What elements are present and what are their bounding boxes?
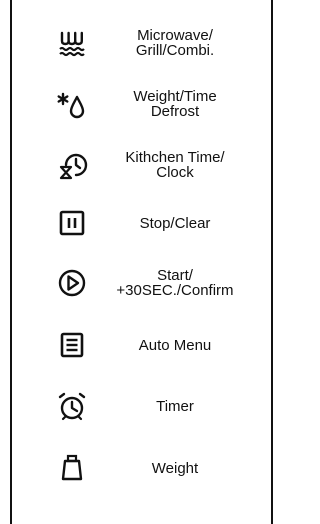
label-line-2: Defrost [150,103,200,120]
label-line-1: Start/ [157,267,193,284]
microwave-grill-combi-button[interactable]: Microwave/ Grill/Combi. [12,18,271,68]
timer-button[interactable]: Timer [12,381,271,431]
control-panel-legend: Microwave/ Grill/Combi. Weight/Time Defr… [10,0,273,524]
label-line-2: +30SEC./Confirm [116,282,234,299]
auto-menu-label: Auto Menu [100,338,250,353]
weight-time-defrost-button[interactable]: Weight/Time Defrost [12,79,271,129]
auto-menu-button[interactable]: Auto Menu [12,320,271,370]
kitchen-time-clock-button[interactable]: Kithchen Time/ Clock [12,140,271,190]
label-line-1: Kithchen Time/ [125,149,225,166]
start-30sec-confirm-label: Start/ +30SEC./Confirm [100,268,250,298]
snowflake-drop-defrost-icon [56,88,88,120]
kitchen-time-clock-label: Kithchen Time/ Clock [100,150,250,180]
play-circle-icon [56,267,88,299]
alarm-clock-icon [56,390,88,422]
clock-hourglass-icon [56,149,88,181]
label-line-1: Auto Menu [138,336,212,354]
microwave-grill-combi-label: Microwave/ Grill/Combi. [100,28,250,58]
stop-clear-label: Stop/Clear [100,216,250,231]
weight-button[interactable]: Weight [12,443,271,493]
label-line-2: Clock [156,164,194,181]
menu-list-icon [56,329,88,361]
pause-square-icon [56,207,88,239]
label-line-1: Weight [151,459,199,477]
weight-time-defrost-label: Weight/Time Defrost [100,89,250,119]
label-line-1: Stop/Clear [139,214,211,232]
label-line-2: Grill/Combi. [135,42,215,59]
microwave-grill-wave-icon [56,27,88,59]
timer-label: Timer [100,399,250,414]
stop-clear-button[interactable]: Stop/Clear [12,198,271,248]
weight-icon [56,452,88,484]
label-line-1: Timer [156,397,194,415]
label-line-1: Weight/Time [133,88,217,105]
weight-label: Weight [100,461,250,476]
label-line-1: Microwave/ [137,27,213,44]
start-30sec-confirm-button[interactable]: Start/ +30SEC./Confirm [12,258,271,308]
